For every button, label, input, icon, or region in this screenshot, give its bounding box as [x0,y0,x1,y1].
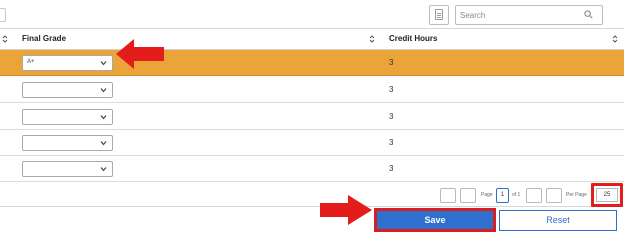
chevron-down-icon [100,61,107,66]
last-page-button[interactable] [546,188,562,203]
final-grade-value: A+ [27,59,35,65]
page-label: Page [481,192,493,198]
page-number-input[interactable]: 1 [496,188,509,203]
annotation-arrow-icon [320,195,372,225]
reset-button[interactable]: Reset [499,210,617,231]
final-grade-select[interactable] [22,135,113,151]
table-row[interactable]: 3 [0,77,624,103]
sort-credit-hours-icon[interactable] [612,34,618,44]
chevron-down-icon [100,88,107,93]
column-header-credit-hours[interactable]: Credit Hours [389,34,437,43]
per-page-label: Per Page [566,192,587,198]
final-grade-select[interactable] [22,109,113,125]
credit-hours-cell: 3 [389,138,394,147]
table-header: Final Grade Credit Hours [0,29,624,50]
next-page-button[interactable] [526,188,542,203]
search-box [455,5,603,25]
grid-toolbar [0,0,624,29]
credit-hours-cell: 3 [389,85,394,94]
final-grade-select[interactable] [22,161,113,177]
annotation-highlight-box [591,183,623,207]
save-button[interactable]: Save [374,208,496,232]
chevron-down-icon [100,115,107,120]
final-grade-select[interactable] [22,82,113,98]
of-pages-label: of 1 [512,192,521,198]
left-control-fragment[interactable] [0,8,6,22]
sort-icon[interactable] [2,34,8,44]
search-input[interactable] [460,8,580,22]
final-grade-select[interactable]: A+ [22,55,113,71]
annotation-arrow-icon [116,39,164,69]
credit-hours-cell: 3 [389,112,394,121]
table-row[interactable]: A+ 3 [0,50,624,76]
column-header-final-grade[interactable]: Final Grade [22,34,66,43]
table-row[interactable]: 3 [0,130,624,156]
credit-hours-cell: 3 [389,164,394,173]
table-row[interactable]: 3 [0,104,624,130]
sort-final-grade-icon[interactable] [369,34,375,44]
pagination-bar: Page 1 of 1 Per Page 25 [0,183,624,207]
chevron-down-icon [100,167,107,172]
search-icon[interactable] [584,10,593,19]
chevron-down-icon [100,141,107,146]
document-list-icon[interactable] [429,5,449,25]
table-row[interactable]: 3 [0,156,624,182]
first-page-button[interactable] [440,188,456,203]
previous-page-button[interactable] [460,188,476,203]
credit-hours-cell: 3 [389,58,394,67]
